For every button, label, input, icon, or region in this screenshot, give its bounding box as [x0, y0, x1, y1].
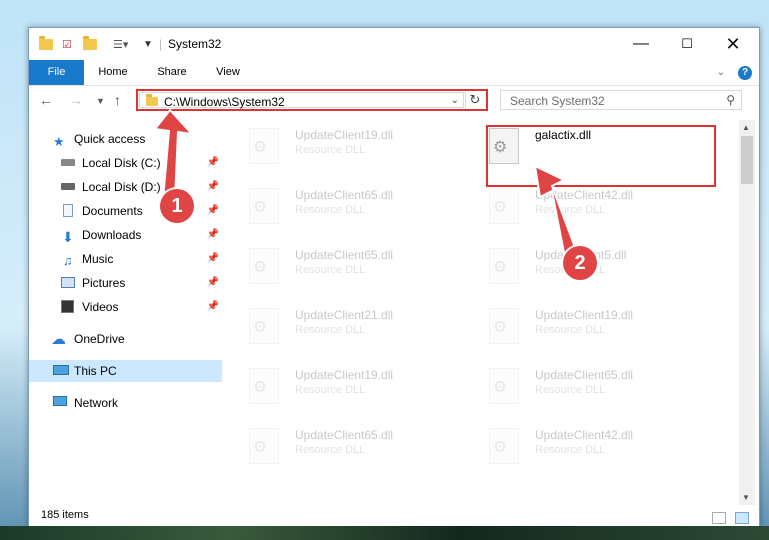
callout-step-2: 2	[563, 246, 597, 280]
callout-step-1: 1	[160, 189, 194, 223]
desktop-background	[0, 526, 769, 540]
arrow-2	[533, 164, 578, 260]
arrow-1	[153, 108, 195, 201]
callout-arrows	[153, 108, 578, 260]
